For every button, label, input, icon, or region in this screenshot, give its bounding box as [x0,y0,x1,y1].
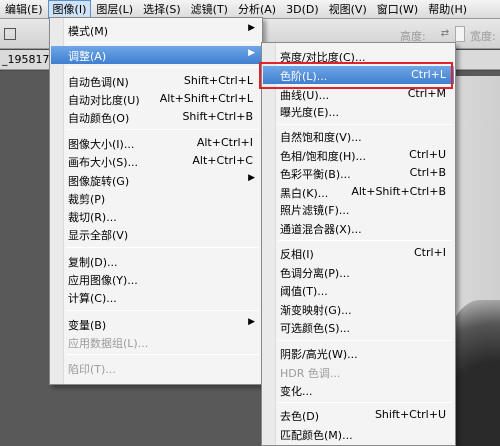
menu-separator [278,124,452,125]
menu-item-match-color[interactable]: 匹配颜色(M)... [263,425,454,443]
menu-item-desaturate[interactable]: 去色(D) Shift+Ctrl+U [263,406,454,424]
image-menu: 模式(M) ▶ 调整(A) ▶ 自动色调(N) Shift+Ctrl+L 自动对… [49,17,263,385]
submenu-arrow-icon: ▶ [248,48,255,58]
menu-image[interactable]: 图像(I) [47,0,92,19]
menu-item-calculations[interactable]: 计算(C)... [51,288,261,306]
menu-item-exposure[interactable]: 曝光度(E)... [263,102,454,120]
menu-item-variations[interactable]: 变化... [263,381,454,399]
menu-separator [66,310,259,311]
menu-item-posterize[interactable]: 色调分离(P)... [263,263,454,281]
menu-item-hue-saturation[interactable]: 色相/饱和度(H)... Ctrl+U [263,146,454,164]
menu-separator [66,354,259,355]
menu-item-duplicate[interactable]: 复制(D)... [51,252,261,270]
menu-3d[interactable]: 3D(D) [281,0,324,19]
tool-preset-icon[interactable] [4,28,16,40]
menu-item-hdr-toning: HDR 色调... [280,367,341,380]
menu-item-auto-tone[interactable]: 自动色调(N) Shift+Ctrl+L [51,72,261,90]
menu-item-image-rotation[interactable]: 图像旋转(G) ▶ [51,171,261,189]
submenu-arrow-icon: ▶ [248,23,255,33]
menu-separator [66,247,259,248]
menu-help[interactable]: 帮助(H) [423,0,472,19]
highlight-annotation [259,62,453,89]
submenu-arrow-icon: ▶ [248,173,255,183]
swap-icon[interactable]: ⇄ [438,26,452,42]
menu-separator [66,67,259,68]
menu-item-crop[interactable]: 裁剪(P) [51,189,261,207]
menu-item-adjust[interactable]: 调整(A) ▶ [51,46,261,64]
menu-item-apply-image[interactable]: 应用图像(Y)... [51,270,261,288]
menu-item-color-balance[interactable]: 色彩平衡(B)... Ctrl+B [263,164,454,182]
menu-layer[interactable]: 图层(L) [91,0,138,19]
menu-item-auto-contrast[interactable]: 自动对比度(U) Alt+Shift+Ctrl+L [51,90,261,108]
submenu-arrow-icon: ▶ [248,317,255,327]
menu-edit[interactable]: 编辑(E) [0,0,48,19]
menu-item-mode[interactable]: 模式(M) ▶ [51,21,261,39]
menu-item-threshold[interactable]: 阈值(T)... [263,281,454,299]
menu-item-image-size[interactable]: 图像大小(I)... Alt+Ctrl+I [51,134,261,152]
width-label: 宽度: [470,30,496,43]
menu-item-trim[interactable]: 裁切(R)... [51,207,261,225]
menu-item-shadows-highlights[interactable]: 阴影/高光(W)... [263,344,454,362]
menu-view[interactable]: 视图(V) [324,0,372,19]
menu-separator [278,240,452,241]
menu-window[interactable]: 窗口(W) [372,0,423,19]
menu-item-reveal-all[interactable]: 显示全部(V) [51,225,261,243]
width-field[interactable] [455,26,465,42]
adjust-submenu: 亮度/对比度(C)... 色阶(L)... Ctrl+L 曲线(U)... Ct… [261,42,456,446]
menu-item-variables[interactable]: 变量(B) ▶ [51,315,261,333]
menu-item-auto-color[interactable]: 自动颜色(O) Shift+Ctrl+B [51,108,261,126]
menu-separator [66,42,259,43]
menu-filter[interactable]: 滤镜(T) [186,0,233,19]
menu-item-apply-data-set: 应用数据组(L)... [68,337,149,350]
menu-separator [278,340,452,341]
menu-separator [66,129,259,130]
menu-item-trap: 陷印(T)... [68,363,116,376]
menu-item-channel-mixer[interactable]: 通道混合器(X)... [263,219,454,237]
menu-separator [278,402,452,403]
menu-item-selective-color[interactable]: 可选颜色(S)... [263,318,454,336]
menu-item-canvas-size[interactable]: 画布大小(S)... Alt+Ctrl+C [51,152,261,170]
menu-item-vibrance[interactable]: 自然饱和度(V)... [263,127,454,145]
menu-item-invert[interactable]: 反相(I) Ctrl+I [263,244,454,262]
menu-analysis[interactable]: 分析(A) [233,0,281,19]
menu-item-gradient-map[interactable]: 渐变映射(G)... [263,300,454,318]
menu-item-photo-filter[interactable]: 照片滤镜(F)... [263,200,454,218]
menu-item-black-white[interactable]: 黑白(K)... Alt+Shift+Ctrl+B [263,183,454,201]
menu-select[interactable]: 选择(S) [138,0,186,19]
